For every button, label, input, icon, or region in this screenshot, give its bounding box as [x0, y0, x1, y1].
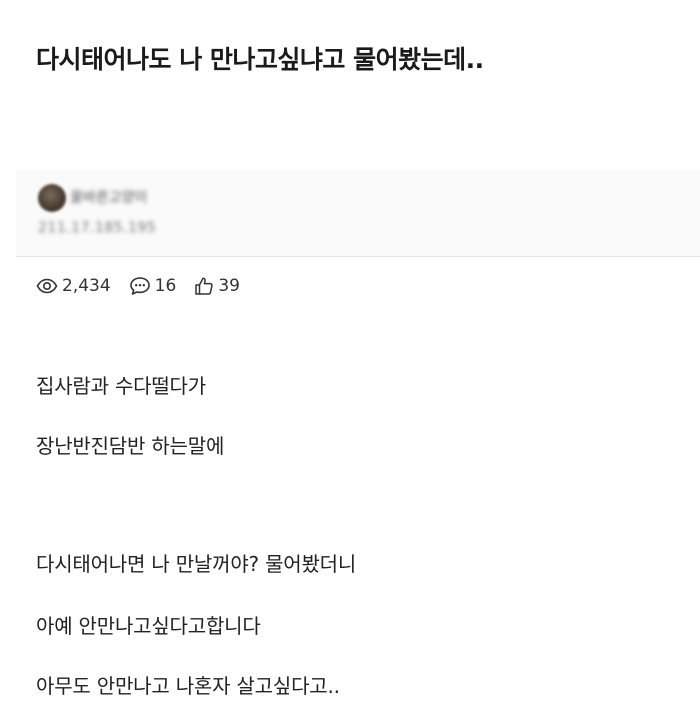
eye-icon — [36, 278, 58, 294]
like-count[interactable]: 39 — [194, 276, 240, 296]
comment-count-value: 16 — [154, 276, 177, 296]
post-body-line: 다시태어나면 나 만날꺼야? 물어봤더니 — [36, 552, 357, 576]
author-ip: 211.17.185.195 — [38, 220, 157, 236]
post-body-line: 집사람과 수다떨다가 — [36, 374, 206, 398]
post-body-line: 아예 안만나고싶다고합니다 — [36, 614, 261, 638]
comment-count[interactable]: 16 — [129, 276, 177, 296]
post-title: 다시태어나도 나 만나고싶냐고 물어봤는데.. — [36, 45, 484, 74]
comment-icon — [129, 277, 150, 295]
post-stats: 2,434 16 39 — [36, 274, 258, 298]
thumbs-up-icon — [195, 277, 214, 295]
like-count-value: 39 — [218, 276, 240, 296]
post-body-line: 장난반진담반 하는말에 — [36, 434, 225, 458]
view-count: 2,434 — [36, 276, 111, 296]
avatar[interactable] — [38, 184, 66, 212]
author-info: 꿀바른고양이 211.17.185.195 — [16, 170, 700, 257]
author-name[interactable]: 꿀바른고양이 — [70, 187, 147, 207]
post-body-line: 아무도 안만나고 나혼자 살고싶다고.. — [36, 674, 340, 698]
view-count-value: 2,434 — [62, 276, 111, 296]
